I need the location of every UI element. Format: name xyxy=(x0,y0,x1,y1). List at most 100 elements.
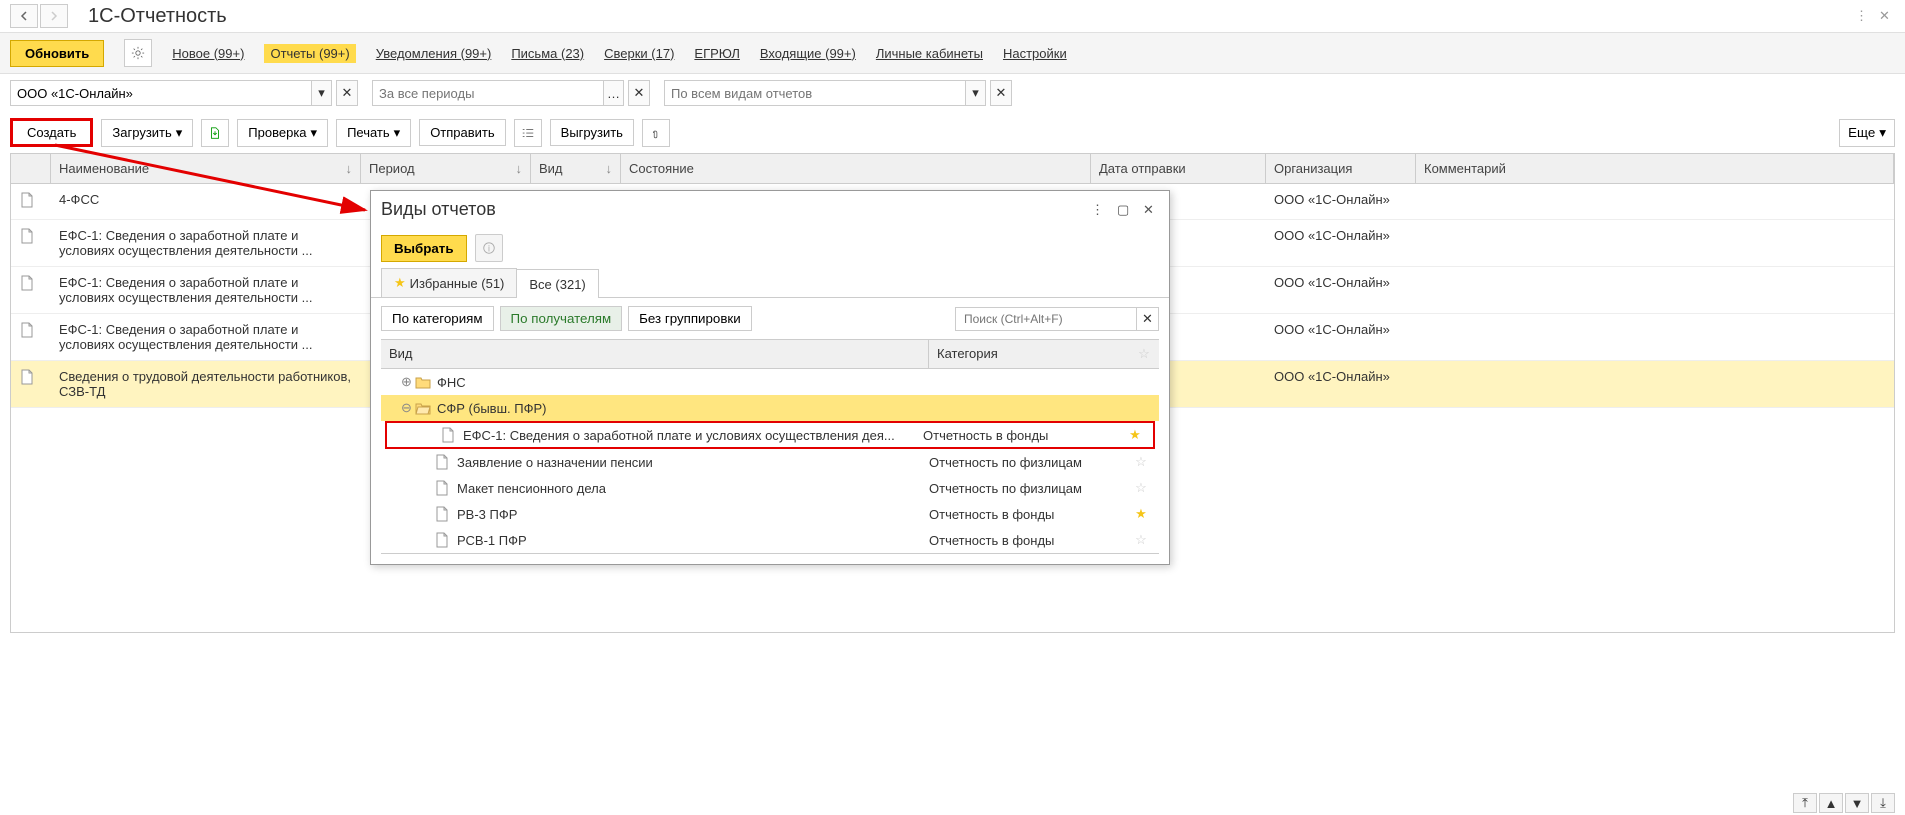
footer-nav: ⤒ ▲ ▼ ⤓ xyxy=(1793,793,1895,813)
settings-gear-button[interactable] xyxy=(124,39,152,67)
refresh-button[interactable]: Обновить xyxy=(10,40,104,67)
select-button[interactable]: Выбрать xyxy=(381,235,467,262)
cell-name: ЕФС-1: Сведения о заработной плате и усл… xyxy=(51,314,361,360)
star-icon[interactable]: ★ xyxy=(1129,506,1153,522)
link-reports[interactable]: Отчеты (99+) xyxy=(264,44,355,63)
link-reconciliations[interactable]: Сверки (17) xyxy=(604,46,674,61)
load-button[interactable]: Загрузить▾ xyxy=(101,119,193,147)
document-icon xyxy=(19,228,35,244)
scroll-top-button[interactable]: ⤒ xyxy=(1793,793,1817,813)
tree-item[interactable]: РСВ-1 ПФР Отчетность в фонды ☆ xyxy=(381,527,1159,553)
org-filter[interactable]: ▾ xyxy=(10,80,332,106)
scroll-bottom-button[interactable]: ⤓ xyxy=(1871,793,1895,813)
star-icon[interactable]: ★ xyxy=(1123,427,1147,443)
folder-open-icon xyxy=(415,401,433,415)
star-icon[interactable]: ☆ xyxy=(1129,480,1153,496)
group-by-recipient[interactable]: По получателям xyxy=(500,306,623,331)
print-button[interactable]: Печать▾ xyxy=(336,119,411,147)
th-date[interactable]: Дата отправки xyxy=(1091,154,1266,183)
document-icon xyxy=(19,322,35,338)
org-filter-dropdown[interactable]: ▾ xyxy=(311,81,331,105)
th-period[interactable]: Период↓ xyxy=(361,154,531,183)
close-icon[interactable]: ✕ xyxy=(1879,8,1895,24)
th-comment[interactable]: Комментарий xyxy=(1416,154,1894,183)
link-incoming[interactable]: Входящие (99+) xyxy=(760,46,856,61)
tree-item[interactable]: Макет пенсионного дела Отчетность по физ… xyxy=(381,475,1159,501)
titlebar: 1С-Отчетность ⋮ ✕ xyxy=(0,0,1905,32)
svg-text:i: i xyxy=(488,244,490,254)
popup-th-type[interactable]: Вид xyxy=(381,340,929,368)
org-filter-clear[interactable]: ✕ xyxy=(336,80,358,106)
th-state[interactable]: Состояние xyxy=(621,154,1091,183)
type-filter[interactable]: ▾ xyxy=(664,80,986,106)
th-org[interactable]: Организация xyxy=(1266,154,1416,183)
reload-from-file-button[interactable] xyxy=(201,119,229,147)
tree-item-category: Отчетность по физлицам xyxy=(929,481,1129,496)
export-button[interactable]: Выгрузить xyxy=(550,119,634,146)
list-button[interactable] xyxy=(514,119,542,147)
document-icon xyxy=(435,454,453,470)
cell-name: ЕФС-1: Сведения о заработной плате и усл… xyxy=(51,220,361,266)
check-button[interactable]: Проверка▾ xyxy=(237,119,328,147)
type-filter-clear[interactable]: ✕ xyxy=(990,80,1012,106)
th-name[interactable]: Наименование↓ xyxy=(51,154,361,183)
page-title: 1С-Отчетность xyxy=(88,5,227,28)
tree-item-label: РСВ-1 ПФР xyxy=(457,533,929,548)
tree-item-category: Отчетность в фонды xyxy=(929,533,1129,548)
more-button[interactable]: Еще▾ xyxy=(1839,119,1895,147)
tree-folder-fns[interactable]: ⊕ ФНС xyxy=(381,369,1159,395)
popup-kebab-icon[interactable]: ⋮ xyxy=(1091,202,1107,218)
link-new[interactable]: Новое (99+) xyxy=(172,46,244,61)
scroll-down-button[interactable]: ▼ xyxy=(1845,793,1869,813)
link-letters[interactable]: Письма (23) xyxy=(511,46,584,61)
filter-bar: ▾ ✕ … ✕ ▾ ✕ xyxy=(0,74,1905,112)
tree-item[interactable]: РВ-3 ПФР Отчетность в фонды ★ xyxy=(381,501,1159,527)
group-none[interactable]: Без группировки xyxy=(628,306,752,331)
send-button[interactable]: Отправить xyxy=(419,119,505,146)
nav-back-button[interactable] xyxy=(10,4,38,28)
document-icon xyxy=(19,369,35,385)
org-filter-input[interactable] xyxy=(11,81,311,105)
link-settings[interactable]: Настройки xyxy=(1003,46,1067,61)
link-notifications[interactable]: Уведомления (99+) xyxy=(376,46,492,61)
info-button[interactable]: i xyxy=(475,234,503,262)
tree-item[interactable]: Заявление о назначении пенсии Отчетность… xyxy=(381,449,1159,475)
attach-button[interactable] xyxy=(642,119,670,147)
popup-th-category[interactable]: Категория xyxy=(929,340,1129,368)
cell-org: ООО «1С-Онлайн» xyxy=(1266,184,1416,219)
popup-maximize-icon[interactable]: ▢ xyxy=(1117,202,1133,218)
create-button[interactable]: Создать xyxy=(10,118,93,147)
popup-tree: ⊕ ФНС ⊖ СФР (бывш. ПФР) ЕФС-1: Сведения … xyxy=(381,369,1159,554)
type-filter-input[interactable] xyxy=(665,81,965,105)
link-egrul[interactable]: ЕГРЮЛ xyxy=(694,46,739,61)
star-icon[interactable]: ☆ xyxy=(1129,454,1153,470)
tree-folder-sfr[interactable]: ⊖ СФР (бывш. ПФР) xyxy=(381,395,1159,421)
popup-search[interactable]: ✕ xyxy=(955,307,1159,331)
tab-favorites[interactable]: ★Избранные (51) xyxy=(381,268,517,297)
link-cabinets[interactable]: Личные кабинеты xyxy=(876,46,983,61)
period-filter[interactable]: … xyxy=(372,80,624,106)
expand-icon[interactable]: ⊕ xyxy=(401,374,415,390)
popup-search-input[interactable] xyxy=(956,308,1136,330)
scroll-up-button[interactable]: ▲ xyxy=(1819,793,1843,813)
popup-close-icon[interactable]: ✕ xyxy=(1143,202,1159,218)
popup-th-star[interactable]: ☆ xyxy=(1129,340,1159,368)
cell-org: ООО «1С-Онлайн» xyxy=(1266,361,1416,407)
nav-forward-button[interactable] xyxy=(40,4,68,28)
group-by-category[interactable]: По категориям xyxy=(381,306,494,331)
popup-search-clear[interactable]: ✕ xyxy=(1136,308,1158,330)
tree-item-label: ЕФС-1: Сведения о заработной плате и усл… xyxy=(463,428,923,443)
cell-org: ООО «1С-Онлайн» xyxy=(1266,220,1416,266)
collapse-icon[interactable]: ⊖ xyxy=(401,400,415,416)
tab-all[interactable]: Все (321) xyxy=(516,269,598,298)
cell-org: ООО «1С-Онлайн» xyxy=(1266,314,1416,360)
period-filter-more[interactable]: … xyxy=(603,81,623,105)
kebab-icon[interactable]: ⋮ xyxy=(1855,8,1871,24)
period-filter-input[interactable] xyxy=(373,81,603,105)
tree-item[interactable]: ЕФС-1: Сведения о заработной плате и усл… xyxy=(385,421,1155,449)
main-toolbar: Обновить Новое (99+) Отчеты (99+) Уведом… xyxy=(0,32,1905,74)
period-filter-clear[interactable]: ✕ xyxy=(628,80,650,106)
star-icon[interactable]: ☆ xyxy=(1129,532,1153,548)
type-filter-dropdown[interactable]: ▾ xyxy=(965,81,985,105)
th-type[interactable]: Вид↓ xyxy=(531,154,621,183)
